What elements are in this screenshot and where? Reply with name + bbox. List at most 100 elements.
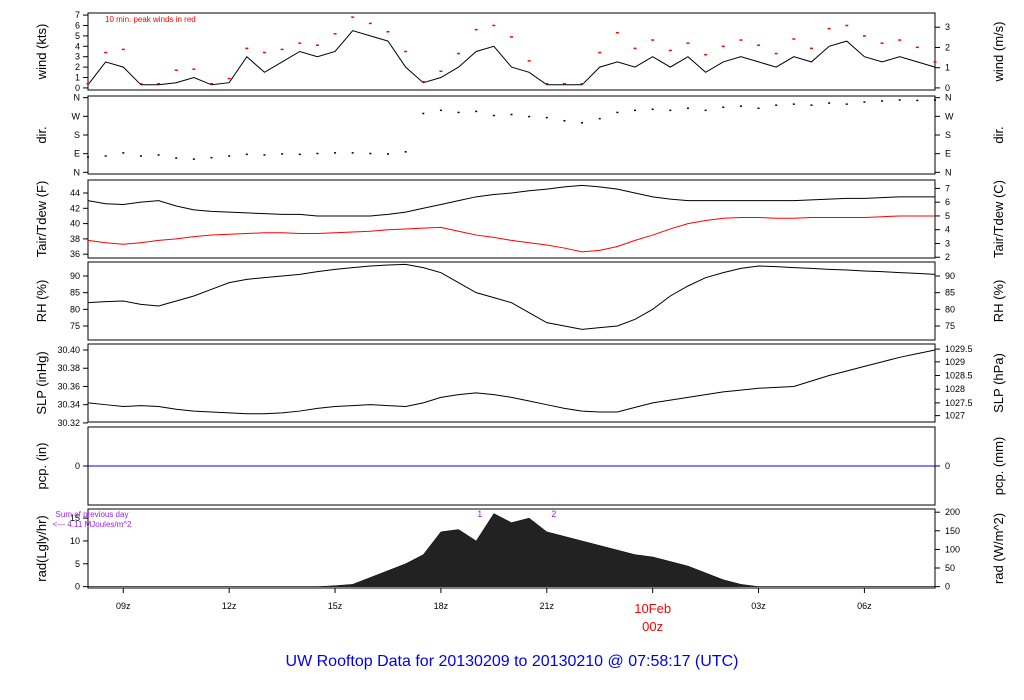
left-tick-label: 2 bbox=[75, 62, 80, 72]
series-line-dew-point bbox=[87, 215, 935, 253]
left-tick-label: 30.34 bbox=[57, 400, 80, 410]
direction-point bbox=[351, 152, 354, 154]
series-line-air-temperature bbox=[87, 184, 935, 217]
time-tick-label: 18z bbox=[434, 601, 449, 611]
right-tick-label: 0 bbox=[945, 461, 950, 471]
direction-point bbox=[634, 109, 637, 112]
series-line-relative-humidity bbox=[87, 263, 936, 330]
panel-rad: rad(Lgly/hr) rad (W/m^2)05101505010015020… bbox=[34, 507, 1006, 591]
direction-point bbox=[334, 152, 337, 154]
direction-point bbox=[739, 105, 742, 107]
left-tick-label: 36 bbox=[70, 249, 80, 259]
direction-point bbox=[810, 104, 813, 106]
time-tick-label: 06z bbox=[857, 601, 872, 611]
left-tick-label: 90 bbox=[70, 271, 80, 281]
direction-point bbox=[722, 106, 725, 108]
direction-point bbox=[422, 112, 425, 115]
direction-point bbox=[510, 113, 513, 116]
time-tick-label: 12z bbox=[222, 601, 237, 611]
right-tick-label: 1028 bbox=[945, 384, 965, 394]
direction-point bbox=[210, 156, 213, 159]
direction-point bbox=[457, 111, 460, 114]
panel-frame bbox=[87, 12, 936, 91]
right-tick-label: 0 bbox=[945, 83, 950, 93]
direction-point bbox=[192, 158, 195, 160]
right-tick-label: N bbox=[945, 167, 952, 177]
left-tick-label: 7 bbox=[75, 10, 80, 20]
date-label: 10Feb bbox=[634, 601, 671, 616]
weather-multi-panel-chart: UW Rooftop Data for 20130209 to 20130210… bbox=[34, 10, 1006, 670]
direction-point bbox=[439, 109, 442, 112]
left-tick-label: 5 bbox=[75, 559, 80, 569]
right-axis-label: rad (W/m^2) bbox=[991, 513, 1006, 584]
right-tick-label: 200 bbox=[945, 507, 960, 517]
right-tick-label: 85 bbox=[945, 288, 955, 298]
left-tick-label: 30.36 bbox=[57, 381, 80, 391]
left-tick-label: 1 bbox=[75, 73, 80, 83]
left-tick-label: 3 bbox=[75, 52, 80, 62]
left-tick-label: S bbox=[74, 130, 80, 140]
left-axis-label: SLP (inHg) bbox=[34, 351, 49, 414]
direction-point bbox=[881, 100, 884, 102]
left-tick-label: W bbox=[72, 111, 81, 121]
left-tick-label: 30.32 bbox=[57, 418, 80, 428]
direction-point bbox=[157, 154, 160, 156]
left-tick-label: 10 bbox=[70, 536, 80, 546]
direction-point bbox=[104, 155, 107, 157]
left-tick-label: 30.38 bbox=[57, 363, 80, 373]
direction-point bbox=[175, 157, 178, 159]
direction-point bbox=[245, 153, 248, 156]
time-tick-label: 15z bbox=[328, 601, 343, 611]
right-tick-label: S bbox=[945, 130, 951, 140]
direction-point bbox=[828, 102, 831, 104]
right-tick-label: 6 bbox=[945, 197, 950, 207]
left-tick-label: N bbox=[74, 93, 81, 103]
left-tick-label: 0 bbox=[75, 461, 80, 471]
direction-point bbox=[563, 119, 566, 122]
left-tick-label: 4 bbox=[75, 41, 80, 51]
right-tick-label: 80 bbox=[945, 304, 955, 314]
right-tick-label: 1029 bbox=[945, 357, 965, 367]
right-tick-label: 50 bbox=[945, 563, 955, 573]
right-tick-label: 90 bbox=[945, 271, 955, 281]
direction-point bbox=[281, 153, 284, 155]
direction-point bbox=[139, 155, 142, 157]
left-axis-label: wind (kts) bbox=[34, 24, 49, 81]
right-tick-label: N bbox=[945, 93, 952, 103]
left-tick-label: 5 bbox=[75, 31, 80, 41]
direction-point bbox=[704, 109, 707, 112]
panel-frame bbox=[87, 343, 936, 423]
radiation-sum-note: <--- 4.11 MJoules/m^2 bbox=[53, 520, 133, 529]
series-line-sea-level-pressure bbox=[87, 349, 936, 415]
right-tick-label: 3 bbox=[945, 22, 950, 32]
right-tick-label: E bbox=[945, 149, 951, 159]
panel-frame bbox=[87, 179, 936, 259]
direction-point bbox=[581, 122, 584, 124]
left-tick-label: 75 bbox=[70, 321, 80, 331]
direction-point bbox=[545, 116, 548, 119]
direction-point bbox=[122, 152, 125, 154]
direction-point bbox=[298, 153, 301, 156]
panel-pcp: pcp. (in) pcp. (mm) 0 0 bbox=[34, 426, 1006, 506]
right-axis-label: wind (m/s) bbox=[991, 22, 1006, 83]
right-tick-label: 5 bbox=[945, 211, 950, 221]
direction-point bbox=[598, 117, 601, 120]
right-axis-label: SLP (hPa) bbox=[991, 353, 1006, 413]
direction-point bbox=[228, 155, 231, 157]
panel-slp: SLP (inHg) SLP (hPa) 30.32 30.34 30.36 30.38 3… bbox=[34, 343, 1006, 428]
direction-point bbox=[528, 115, 531, 118]
right-tick-label: 100 bbox=[945, 544, 960, 554]
right-tick-label: 1027 bbox=[945, 411, 965, 421]
left-tick-label: 42 bbox=[70, 203, 80, 213]
right-tick-label: 3 bbox=[945, 238, 950, 248]
time-tick-label: 03z bbox=[751, 601, 766, 611]
time-tick-label: 09z bbox=[116, 601, 131, 611]
panel-temp: Tair/Tdew (F) Tair/Tdew (C) 36 38 40 42 44 2 3 4 5… bbox=[34, 179, 1006, 262]
left-tick-label: 80 bbox=[70, 304, 80, 314]
radiation-marker: 1 bbox=[477, 509, 482, 519]
direction-point bbox=[87, 156, 89, 158]
right-axis-label: dir. bbox=[991, 126, 1006, 143]
right-axis-label: RH (%) bbox=[991, 280, 1006, 323]
right-tick-label: 1029.5 bbox=[945, 344, 973, 354]
left-tick-label: 40 bbox=[70, 219, 80, 229]
